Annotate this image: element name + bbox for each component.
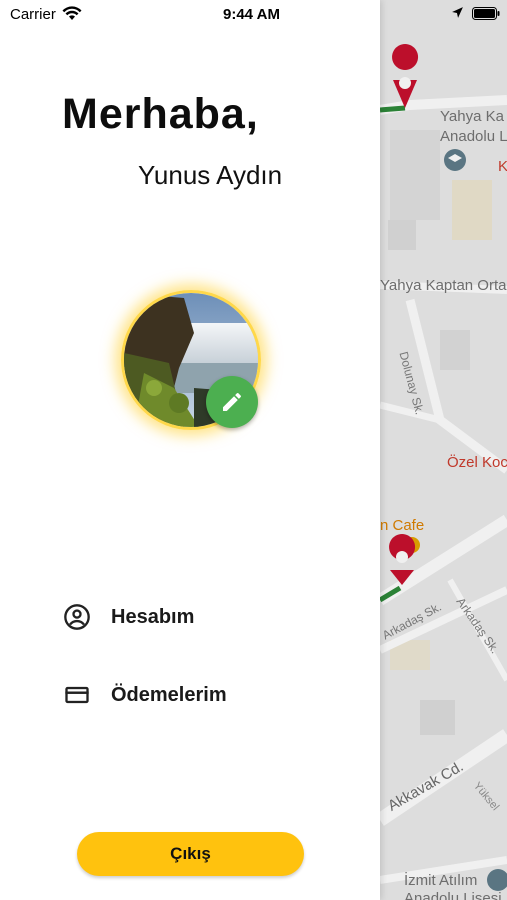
user-name: Yunus Aydın: [138, 160, 283, 190]
carrier-label: Carrier: [10, 6, 56, 23]
menu-item-label: Hesabım: [111, 605, 195, 628]
map-label: Yahya Kaptan Orta: [380, 277, 507, 294]
account-circle-icon: [62, 602, 92, 632]
menu-item-label: Ödemelerim: [111, 683, 227, 706]
status-bar: Carrier 9:44 AM: [0, 0, 507, 28]
wifi-icon: [62, 6, 82, 25]
location-arrow-icon: [451, 6, 464, 23]
map-label: n Cafe: [380, 517, 425, 534]
map-label: Yahya Ka: [440, 108, 504, 125]
menu-item-account[interactable]: Hesabım: [62, 597, 194, 637]
navigation-drawer: Merhaba, Yunus Aydın Hesabım Ödemelerim …: [0, 0, 380, 900]
map-label: İzmit Atılım: [404, 872, 478, 889]
map-label: K: [498, 158, 507, 175]
pencil-icon: [223, 392, 242, 411]
greeting-title: Merhaba,: [62, 90, 259, 138]
menu-item-payments[interactable]: Ödemelerim: [62, 675, 227, 715]
map-view[interactable]: Yahya Ka Anadolu L K Yahya Kaptan Orta D…: [380, 0, 507, 900]
app-root: Yahya Ka Anadolu L K Yahya Kaptan Orta D…: [0, 0, 507, 900]
edit-avatar-button[interactable]: [206, 376, 258, 428]
map-label: Özel Koc: [447, 454, 507, 471]
battery-icon: [472, 7, 500, 24]
credit-card-icon: [62, 680, 92, 710]
clock: 9:44 AM: [223, 6, 280, 23]
map-label: Anadolu L: [440, 128, 507, 145]
logout-button[interactable]: Çıkış: [77, 832, 304, 876]
map-label: Anadolu Lisesi: [404, 890, 502, 900]
